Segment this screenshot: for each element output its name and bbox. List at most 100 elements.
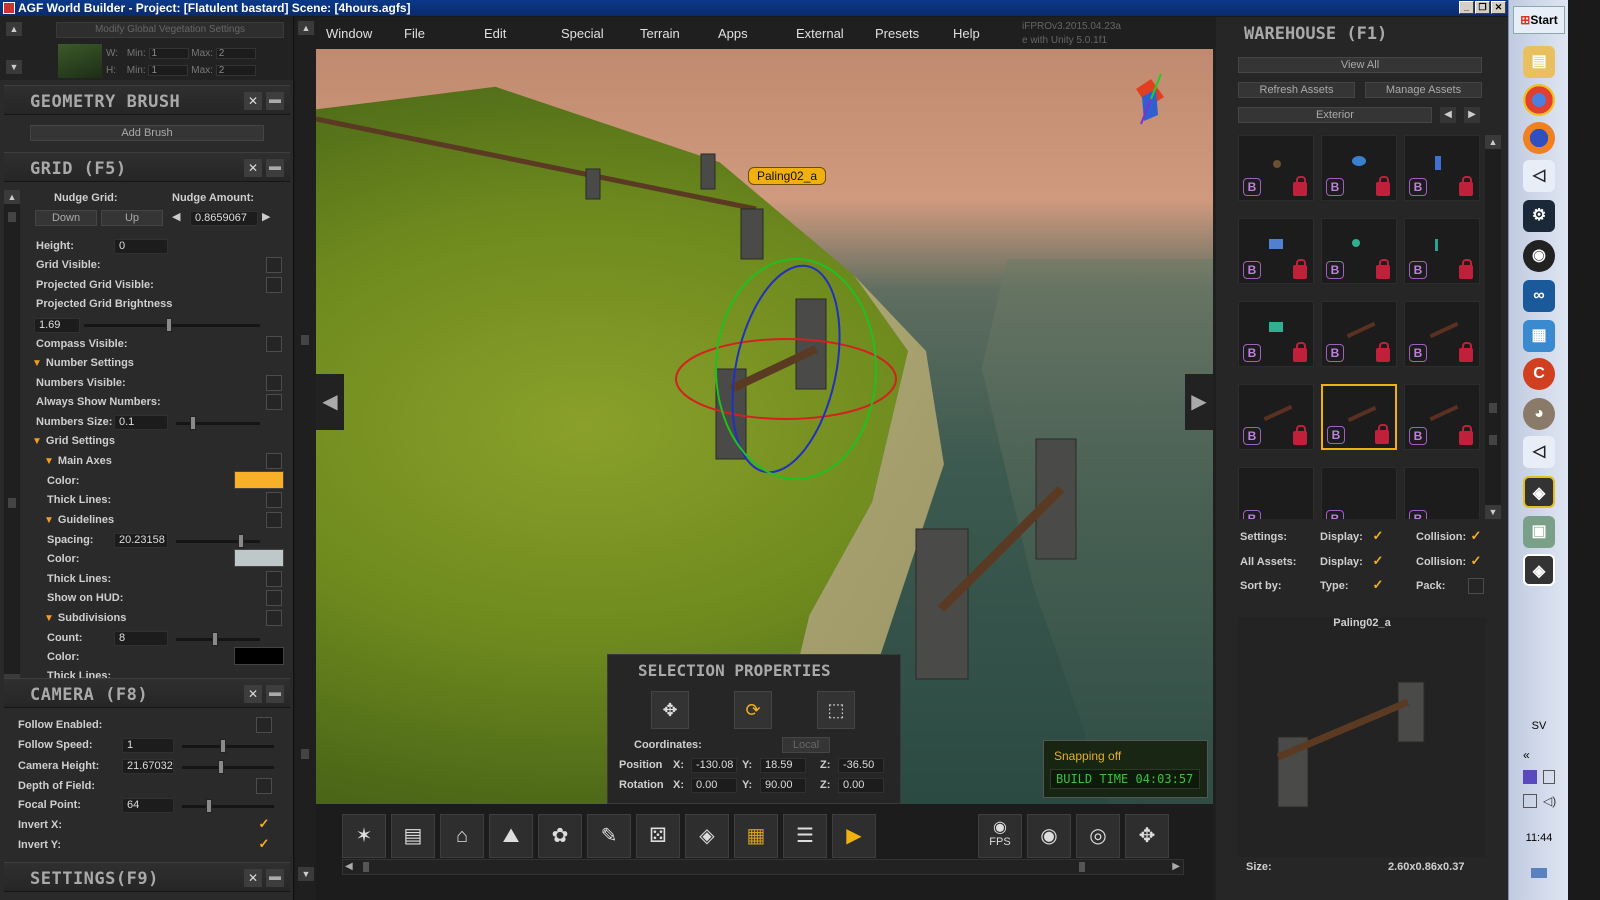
scroll-right-icon[interactable]: ▶	[1172, 861, 1180, 872]
subdivisions-foldout[interactable]: ▼ Subdivisions	[44, 612, 126, 624]
numbers-size-slider[interactable]	[176, 416, 260, 430]
restore-button[interactable]: ❐	[1475, 1, 1490, 14]
move-tool-icon[interactable]: ✥	[651, 691, 689, 729]
brightness-slider[interactable]	[84, 318, 260, 332]
asset-tile[interactable]: B	[1238, 218, 1314, 284]
asset-tile[interactable]: B	[1321, 218, 1397, 284]
obs-icon[interactable]: ◉	[1523, 240, 1555, 272]
horizontal-scrollbar[interactable]: ◀ ▶	[342, 859, 1184, 875]
select-tool-icon[interactable]: ✶	[342, 814, 386, 858]
scroll-up-icon[interactable]: ▲	[6, 22, 22, 36]
main-axes-thick-lines-checkbox[interactable]	[266, 492, 282, 508]
asset-grid-scrollbar[interactable]: ▲ ▼	[1485, 135, 1501, 519]
asset-tile[interactable]: B	[1238, 467, 1314, 519]
invert-x-checkbox[interactable]: ✓	[256, 817, 272, 833]
category-selector[interactable]: Exterior	[1238, 107, 1432, 123]
menu-terrain[interactable]: Terrain	[640, 26, 680, 41]
asset-tile[interactable]: B	[1404, 467, 1480, 519]
unity-icon[interactable]: ◁	[1523, 160, 1555, 192]
grid-visible-checkbox[interactable]	[266, 257, 282, 273]
count-slider[interactable]	[176, 632, 260, 646]
volume-icon[interactable]: ◁)	[1543, 794, 1556, 808]
screenshot-app-icon[interactable]: ▣	[1523, 516, 1555, 548]
increment-arrow-icon[interactable]: ▶	[262, 210, 278, 226]
projected-grid-visible-checkbox[interactable]	[266, 277, 282, 293]
position-x-field[interactable]: -130.08	[691, 758, 737, 773]
scroll-down-icon[interactable]: ▼	[298, 867, 314, 881]
compass-visible-checkbox[interactable]	[266, 336, 282, 352]
view-all-button[interactable]: View All	[1238, 57, 1482, 73]
add-brush-button[interactable]: Add Brush	[30, 125, 264, 141]
show-on-hud-checkbox[interactable]	[266, 590, 282, 606]
h-max-field[interactable]: 2	[215, 65, 256, 76]
slider-knob[interactable]	[190, 416, 196, 430]
scroll-thumb[interactable]	[301, 749, 309, 759]
building-icon[interactable]: ⌂	[440, 814, 484, 858]
camera-height-field[interactable]: 21.67032	[122, 759, 174, 774]
scroll-left-icon[interactable]: ◀	[345, 861, 353, 872]
left-arrow-icon[interactable]: ◀	[316, 374, 344, 430]
settings-display-checkbox[interactable]: ✓	[1370, 529, 1386, 545]
tray-app-icon[interactable]	[1523, 770, 1537, 784]
asset-tile[interactable]: B	[1321, 467, 1397, 519]
gimp-icon[interactable]: ◕	[1523, 398, 1555, 430]
slider-knob[interactable]	[212, 632, 218, 646]
eye-play-icon[interactable]: ◉	[1027, 814, 1071, 858]
terrain-icon[interactable]: ⛰	[489, 814, 533, 858]
always-show-numbers-checkbox[interactable]	[266, 394, 282, 410]
sort-type-checkbox[interactable]: ✓	[1370, 578, 1386, 594]
subdivisions-color-swatch[interactable]	[234, 647, 284, 665]
scroll-up-icon[interactable]: ▲	[298, 21, 314, 35]
nudge-down-button[interactable]: Down	[35, 210, 97, 226]
asset-tile[interactable]: B	[1238, 135, 1314, 201]
save-icon[interactable]: ▤	[391, 814, 435, 858]
visual-studio-icon[interactable]: ∞	[1523, 280, 1555, 312]
asset-tile[interactable]: B	[1321, 135, 1397, 201]
w-max-field[interactable]: 2	[215, 48, 256, 59]
rotation-x-field[interactable]: 0.00	[691, 778, 737, 793]
slider-knob[interactable]	[218, 760, 224, 774]
close-icon[interactable]: ✕	[244, 159, 262, 177]
slider-knob[interactable]	[206, 799, 212, 813]
minimize-icon[interactable]: ▬	[266, 159, 284, 177]
sort-pack-checkbox[interactable]	[1468, 578, 1484, 594]
notes-icon[interactable]: ☰	[783, 814, 827, 858]
settings-header[interactable]: SETTINGS(F9) ✕ ▬	[4, 862, 290, 892]
grid-settings-foldout[interactable]: ▼ Grid Settings	[32, 435, 115, 447]
scroll-up-icon[interactable]: ▲	[1485, 135, 1501, 149]
network-icon[interactable]	[1523, 794, 1537, 808]
main-axes-checkbox[interactable]	[266, 453, 282, 469]
decrement-arrow-icon[interactable]: ◀	[172, 210, 188, 226]
scroll-thumb[interactable]	[1079, 862, 1085, 872]
asset-tile[interactable]: B	[1238, 301, 1314, 367]
unity-icon[interactable]: ◁	[1523, 436, 1555, 468]
right-arrow-icon[interactable]: ▶	[1185, 374, 1213, 430]
fps-toggle[interactable]: ◉ FPS	[978, 814, 1022, 858]
slider-knob[interactable]	[220, 739, 226, 753]
local-toggle[interactable]: Local	[782, 737, 830, 753]
follow-enabled-checkbox[interactable]	[256, 717, 272, 733]
prev-category-icon[interactable]: ◀	[1440, 107, 1456, 123]
follow-speed-slider[interactable]	[182, 739, 274, 753]
play-icon[interactable]: ▶	[832, 814, 876, 858]
h-min-field[interactable]: 1	[148, 65, 189, 76]
menu-window[interactable]: Window	[326, 26, 372, 41]
menu-special[interactable]: Special	[561, 26, 604, 41]
refresh-assets-button[interactable]: Refresh Assets	[1238, 82, 1355, 98]
cube-icon[interactable]: ◈	[685, 814, 729, 858]
all-assets-collision-checkbox[interactable]: ✓	[1468, 554, 1484, 570]
scale-tool-icon[interactable]: ⬚	[817, 691, 855, 729]
app-icon[interactable]: ▦	[1523, 320, 1555, 352]
focal-point-slider[interactable]	[182, 799, 274, 813]
numbers-size-field[interactable]: 0.1	[114, 415, 168, 430]
scroll-thumb[interactable]	[8, 212, 16, 222]
invert-y-checkbox[interactable]: ✓	[256, 837, 272, 853]
grid-header[interactable]: GRID (F5) ✕ ▬	[4, 152, 290, 182]
slider-knob[interactable]	[238, 534, 244, 548]
steam-icon[interactable]: ⚙	[1523, 200, 1555, 232]
show-desktop-icon[interactable]	[1531, 868, 1547, 878]
modify-vegetation-button[interactable]: Modify Global Vegetation Settings	[56, 22, 284, 38]
scroll-thumb[interactable]	[301, 335, 309, 345]
asset-tile[interactable]: B	[1404, 384, 1480, 450]
asset-tile[interactable]: B	[1238, 384, 1314, 450]
